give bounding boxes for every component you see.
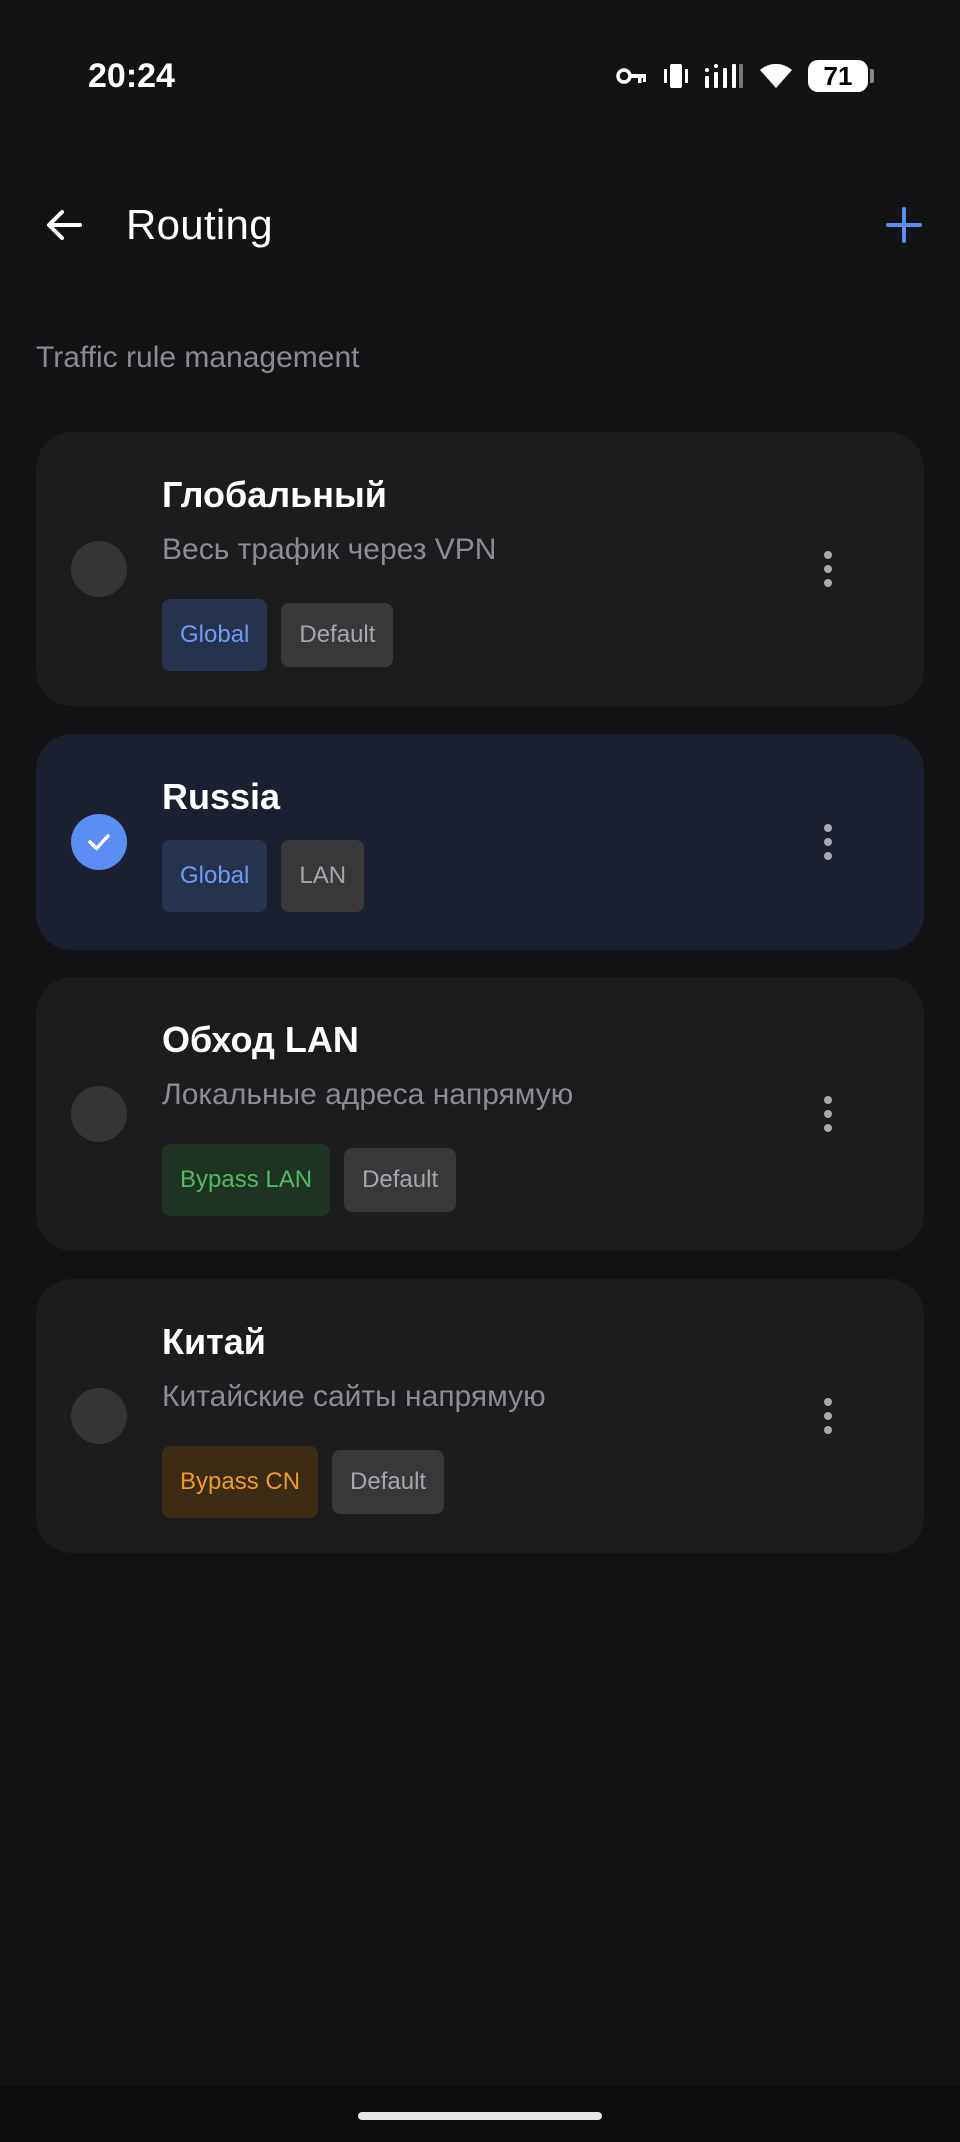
page-title: Routing <box>126 201 273 248</box>
rule-tags: Bypass CN Default <box>162 1446 445 1518</box>
rule-tags: Global LAN <box>162 840 365 912</box>
more-options-button[interactable] <box>808 1084 848 1144</box>
more-options-button[interactable] <box>808 539 848 599</box>
rule-title: Китай <box>162 1321 266 1362</box>
battery-icon: 71 <box>808 60 874 92</box>
add-rule-button[interactable] <box>876 197 932 253</box>
arrow-left-icon <box>47 210 82 240</box>
status-icons: 71 <box>616 58 874 94</box>
tag-global: Global <box>162 840 268 912</box>
tag-bypass-lan: Bypass LAN <box>162 1144 331 1216</box>
rule-tags: Bypass LAN Default <box>162 1144 457 1216</box>
more-options-button[interactable] <box>808 1386 848 1446</box>
tag-bypass-cn: Bypass CN <box>162 1446 319 1518</box>
tag-default: Default <box>281 603 394 667</box>
rule-card-russia[interactable]: Russia Global LAN <box>36 734 924 950</box>
back-button[interactable] <box>36 197 92 253</box>
rule-description: Китайские сайты напрямую <box>162 1380 546 1413</box>
rule-tags: Global Default <box>162 599 394 671</box>
rule-title: Глобальный <box>162 474 387 515</box>
radio-unselected[interactable] <box>71 1086 127 1142</box>
rule-card-bypass-lan[interactable]: Обход LAN Локальные адреса напрямую Bypa… <box>36 977 924 1251</box>
check-icon <box>88 834 110 851</box>
home-indicator[interactable] <box>358 2112 602 2120</box>
vibrate-icon <box>662 61 690 91</box>
radio-selected[interactable] <box>71 814 127 870</box>
rule-description: Весь трафик через VPN <box>162 533 497 566</box>
section-subtitle: Traffic rule management <box>36 341 360 374</box>
vpn-key-icon <box>616 65 648 87</box>
rule-card-global[interactable]: Глобальный Весь трафик через VPN Global … <box>36 432 924 706</box>
tag-global: Global <box>162 599 268 671</box>
signal-icon <box>704 62 744 90</box>
status-bar: 20:24 71 <box>0 0 960 150</box>
plus-icon <box>886 207 922 243</box>
rule-description: Локальные адреса напрямую <box>162 1078 574 1111</box>
radio-unselected[interactable] <box>71 541 127 597</box>
wifi-icon <box>758 62 794 90</box>
status-time: 20:24 <box>88 57 175 95</box>
rule-title: Обход LAN <box>162 1019 359 1060</box>
app-bar: Routing <box>0 185 960 265</box>
rule-title: Russia <box>162 776 281 817</box>
more-options-button[interactable] <box>808 812 848 872</box>
rule-card-china[interactable]: Китай Китайские сайты напрямую Bypass CN… <box>36 1279 924 1553</box>
system-nav-bar <box>0 2086 960 2142</box>
tag-default: Default <box>332 1450 445 1514</box>
tag-lan: LAN <box>281 840 365 912</box>
tag-default: Default <box>344 1148 457 1212</box>
radio-unselected[interactable] <box>71 1388 127 1444</box>
battery-level: 71 <box>808 60 868 92</box>
